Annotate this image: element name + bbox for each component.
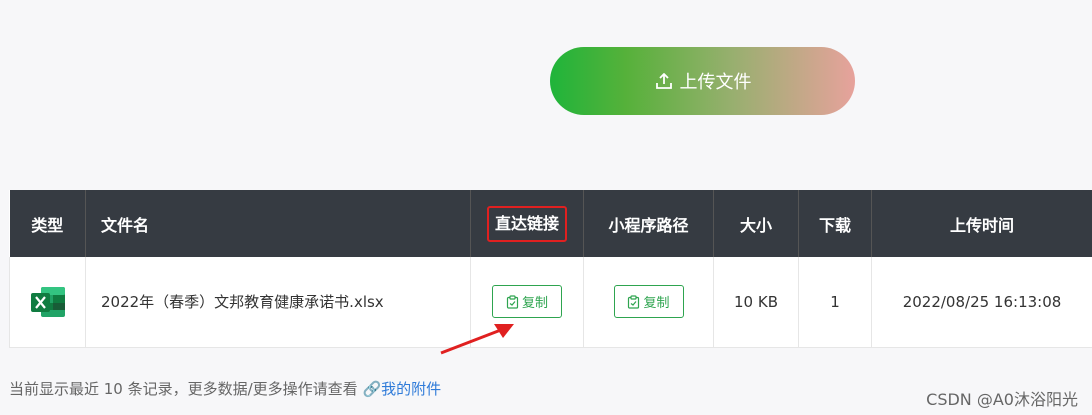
upload-time-cell: 2022/08/25 16:13:08 bbox=[871, 257, 1092, 348]
direct-link-highlight: 直达链接 bbox=[486, 205, 567, 242]
file-name-cell: 2022年（春季）文邦教育健康承诺书.xlsx bbox=[85, 257, 471, 348]
file-size-cell: 10 KB bbox=[713, 257, 799, 348]
my-attachments-link[interactable]: 🔗我的附件 bbox=[362, 380, 441, 398]
file-table: 类型 文件名 直达链接 小程序路径 大小 下载 上传时间 2022年（春季）文邦… bbox=[9, 190, 1092, 348]
upload-file-button[interactable]: 上传文件 bbox=[550, 47, 855, 115]
header-type: 类型 bbox=[9, 190, 86, 257]
clipboard-icon bbox=[628, 295, 640, 309]
link-icon: 🔗 bbox=[362, 380, 382, 398]
copy-direct-link-label: 复制 bbox=[521, 296, 548, 312]
header-downloads: 下载 bbox=[798, 190, 872, 257]
header-direct-link: 直达链接 bbox=[470, 190, 584, 257]
mini-path-cell: 复制 bbox=[583, 257, 714, 348]
table-header-row: 类型 文件名 直达链接 小程序路径 大小 下载 上传时间 bbox=[9, 190, 1092, 257]
upload-icon bbox=[654, 71, 674, 91]
excel-icon bbox=[29, 283, 67, 321]
my-attachments-label: 我的附件 bbox=[381, 380, 442, 398]
clipboard-icon bbox=[506, 295, 519, 309]
header-mini-path: 小程序路径 bbox=[583, 190, 714, 257]
watermark: CSDN @A0沐浴阳光 bbox=[926, 390, 1078, 409]
header-filename: 文件名 bbox=[85, 190, 471, 257]
file-table-wrapper: 类型 文件名 直达链接 小程序路径 大小 下载 上传时间 2022年（春季）文邦… bbox=[9, 190, 1092, 348]
header-size: 大小 bbox=[713, 190, 799, 257]
table-row: 2022年（春季）文邦教育健康承诺书.xlsx 复制 复制 10 KB 1 20… bbox=[9, 257, 1092, 348]
footer-note: 当前显示最近 10 条记录，更多数据/更多操作请查看 🔗我的附件 bbox=[9, 378, 441, 399]
file-type-cell bbox=[9, 257, 86, 348]
copy-direct-link-button[interactable]: 复制 bbox=[492, 285, 562, 319]
upload-file-label: 上传文件 bbox=[679, 72, 752, 93]
header-upload-time: 上传时间 bbox=[871, 190, 1092, 257]
copy-mini-path-label: 复制 bbox=[643, 296, 670, 312]
copy-mini-path-button[interactable]: 复制 bbox=[613, 285, 684, 319]
annotation-arrow bbox=[440, 324, 514, 355]
footer-note-text: 当前显示最近 10 条记录，更多数据/更多操作请查看 bbox=[9, 380, 358, 398]
download-count-cell: 1 bbox=[798, 257, 872, 348]
